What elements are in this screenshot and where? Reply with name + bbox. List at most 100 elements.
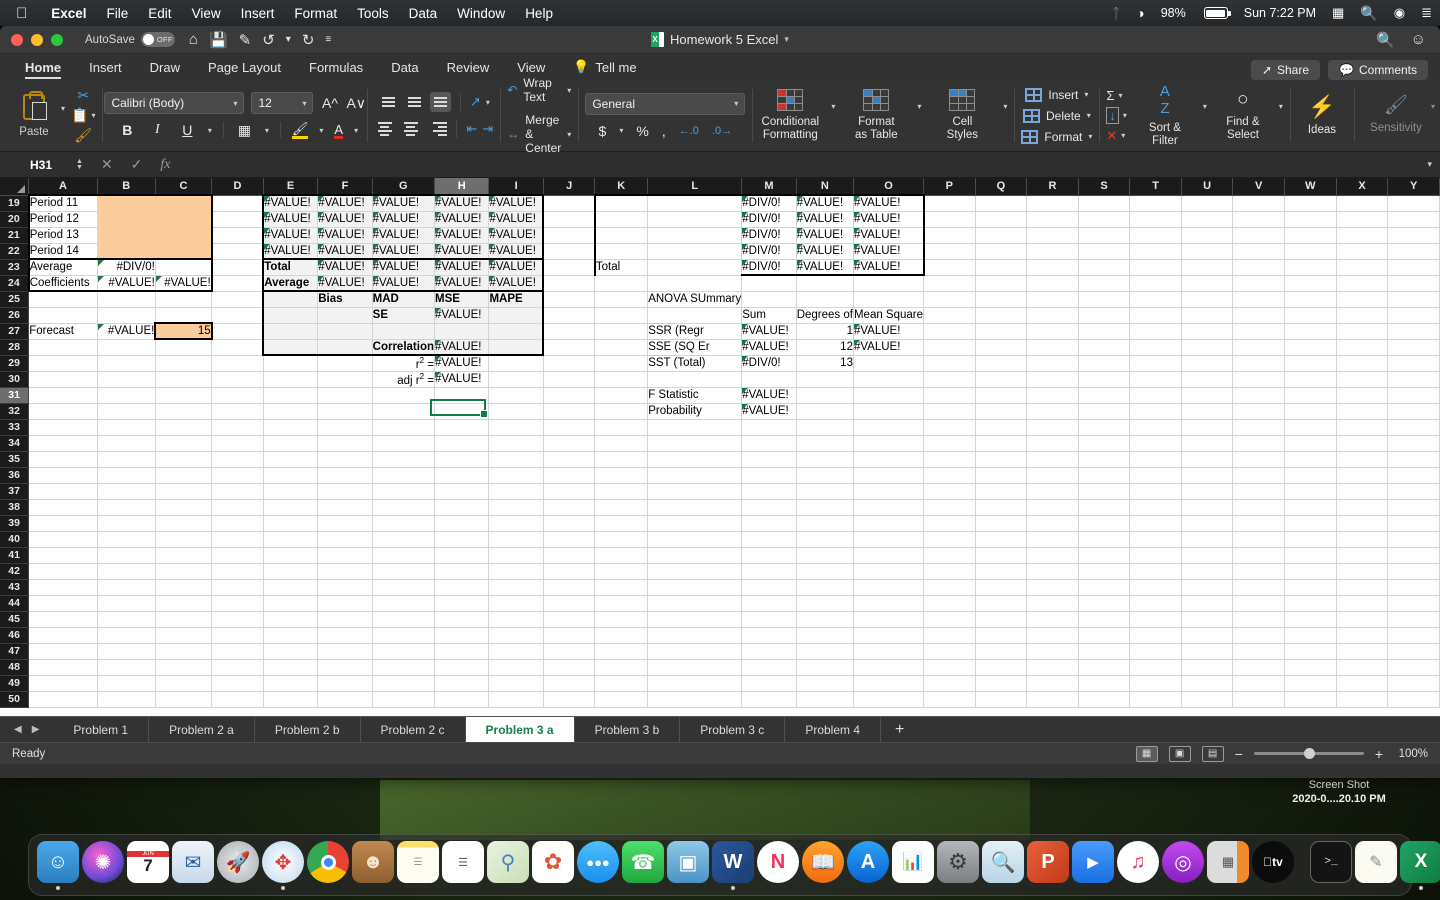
cell-R33[interactable] [1026, 419, 1079, 436]
cell-U25[interactable] [1181, 291, 1234, 308]
name-box-stepper[interactable]: ▲ ▼ [76, 158, 83, 171]
cell-B49[interactable] [97, 675, 156, 692]
cell-Q39[interactable] [975, 515, 1028, 532]
cell-N36[interactable] [796, 467, 854, 484]
column-header-S[interactable]: S [1078, 178, 1131, 196]
cell-N49[interactable] [796, 675, 854, 692]
cell-G30[interactable]: adj r2 = [372, 371, 436, 388]
cell-V28[interactable] [1232, 339, 1285, 356]
cell-Y22[interactable] [1387, 243, 1440, 260]
account-icon[interactable]: ☺ [1411, 31, 1426, 49]
cell-V38[interactable] [1232, 499, 1285, 516]
cell-U28[interactable] [1181, 339, 1234, 356]
column-header-K[interactable]: K [594, 178, 649, 196]
fill-chevron-icon[interactable]: ▾ [1123, 111, 1127, 120]
cell-Q28[interactable] [975, 339, 1028, 356]
dock-item-textedit[interactable]: ✎ [1355, 840, 1397, 890]
cell-J23[interactable] [543, 259, 596, 276]
cell-Y40[interactable] [1387, 531, 1440, 548]
cell-V36[interactable] [1232, 467, 1285, 484]
dock-item-mail[interactable]: ✉ [172, 840, 214, 890]
cell-O43[interactable] [853, 579, 925, 596]
cell-E46[interactable] [263, 627, 319, 644]
cell-B36[interactable] [97, 467, 156, 484]
decrease-indent-icon[interactable]: ⇤ [466, 121, 477, 137]
cell-G39[interactable] [372, 515, 436, 532]
cell-V23[interactable] [1232, 259, 1285, 276]
cell-G20[interactable]: #VALUE! [372, 211, 436, 228]
cell-Y36[interactable] [1387, 467, 1440, 484]
cell-L45[interactable] [647, 611, 743, 628]
cell-L36[interactable] [647, 467, 743, 484]
cell-X30[interactable] [1336, 371, 1389, 388]
cell-H44[interactable] [434, 595, 490, 612]
dock-item-chrome[interactable] [307, 840, 349, 890]
cell-H49[interactable] [434, 675, 490, 692]
increase-decimal-icon[interactable]: .0→ [712, 125, 732, 137]
wrap-text-chevron-icon[interactable]: ▾ [567, 86, 571, 95]
sheet-tab-problem-1[interactable]: Problem 1 [53, 717, 150, 742]
dock-item-news[interactable]: N [757, 840, 799, 890]
cell-E42[interactable] [263, 563, 319, 580]
cell-S49[interactable] [1078, 675, 1131, 692]
insert-function-icon[interactable]: fx [160, 157, 170, 173]
cell-K20[interactable] [593, 211, 649, 228]
cell-O19[interactable]: #VALUE! [853, 194, 925, 212]
cell-L35[interactable] [647, 451, 743, 468]
cell-W50[interactable] [1284, 691, 1337, 708]
cell-M32[interactable]: #VALUE! [741, 403, 797, 420]
cell-D44[interactable] [211, 595, 264, 612]
cell-V49[interactable] [1232, 675, 1285, 692]
cell-P25[interactable] [923, 291, 976, 308]
cell-C47[interactable] [155, 643, 213, 660]
cell-Q49[interactable] [975, 675, 1028, 692]
cell-J25[interactable] [543, 291, 596, 308]
battery-icon[interactable] [1194, 7, 1236, 19]
cell-V43[interactable] [1232, 579, 1285, 596]
cell-W34[interactable] [1284, 435, 1337, 452]
cell-X37[interactable] [1336, 483, 1389, 500]
cell-Q34[interactable] [975, 435, 1028, 452]
delete-chevron-icon[interactable]: ▾ [1087, 111, 1091, 120]
orientation-chevron-icon[interactable]: ▾ [486, 98, 490, 107]
cell-E26[interactable] [262, 307, 319, 324]
cell-G26[interactable]: SE [372, 307, 436, 324]
cell-G46[interactable] [372, 627, 436, 644]
cell-H50[interactable] [434, 691, 490, 708]
column-header-Q[interactable]: Q [975, 178, 1028, 196]
cell-M20[interactable]: #DIV/0! [741, 211, 797, 228]
cell-B22[interactable] [97, 243, 156, 260]
cell-R44[interactable] [1026, 595, 1079, 612]
merge-center-chevron-icon[interactable]: ▾ [567, 130, 571, 139]
menu-window[interactable]: Window [447, 6, 515, 21]
cell-B20[interactable] [97, 211, 156, 228]
cell-U22[interactable] [1181, 243, 1234, 260]
cell-M27[interactable]: #VALUE! [741, 323, 797, 340]
cell-F50[interactable] [317, 691, 373, 708]
cell-S35[interactable] [1078, 451, 1131, 468]
dock-item-maps[interactable]: ⚲ [487, 840, 529, 890]
cell-H19[interactable]: #VALUE! [434, 194, 490, 212]
close-window-button[interactable] [11, 33, 23, 46]
cell-G33[interactable] [372, 419, 436, 436]
cell-A38[interactable] [28, 499, 98, 516]
cell-I38[interactable] [488, 499, 544, 516]
cell-Y47[interactable] [1387, 643, 1440, 660]
cell-O50[interactable] [853, 691, 925, 708]
cell-R28[interactable] [1026, 339, 1079, 356]
cell-H42[interactable] [434, 563, 490, 580]
cell-R31[interactable] [1026, 387, 1079, 404]
cell-G22[interactable]: #VALUE! [372, 243, 436, 260]
cell-I35[interactable] [488, 451, 544, 468]
cell-D24[interactable] [211, 275, 264, 292]
cell-K27[interactable] [594, 323, 649, 340]
keyboard-input-icon[interactable]: ▦ [1324, 5, 1352, 21]
cell-A23[interactable]: Average [27, 259, 98, 276]
menu-view[interactable]: View [182, 6, 231, 21]
cell-I45[interactable] [488, 611, 544, 628]
cell-L31[interactable]: F Statistic [647, 387, 743, 404]
cell-S36[interactable] [1078, 467, 1131, 484]
cell-I43[interactable] [488, 579, 544, 596]
format-chevron-icon[interactable]: ▾ [1088, 132, 1092, 141]
cell-P34[interactable] [923, 435, 976, 452]
